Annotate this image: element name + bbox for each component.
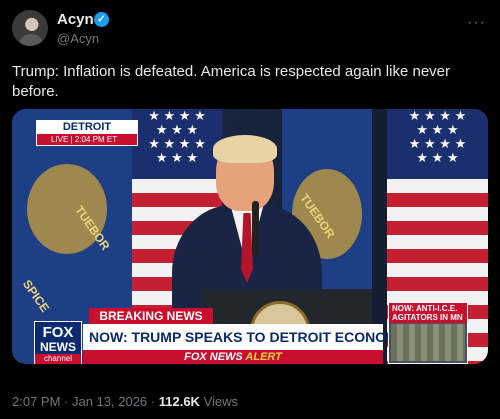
author-handle[interactable]: @Acyn <box>57 31 99 46</box>
logo-line-1: FOX <box>42 324 74 341</box>
avatar[interactable] <box>12 10 48 46</box>
location-bug: DETROIT LIVE | 2:04 PM ET <box>36 120 138 146</box>
meta-separator: · <box>60 394 72 409</box>
video-player[interactable]: TUEBOR SPICE ★ ★ ★ ★ ★ ★ ★ ★ ★ ★ ★ ★ ★ ★ TU… <box>12 109 488 364</box>
flag-text-left-bottom: SPICE <box>19 277 53 315</box>
side-panel-title: NOW: ANTI-I.C.E. AGITATORS IN MN <box>389 303 467 323</box>
post-time[interactable]: 2:07 PM <box>12 394 60 409</box>
meta-separator: · <box>147 394 159 409</box>
logo-line-3: channel <box>35 354 81 364</box>
location-label: DETROIT <box>37 121 137 134</box>
flag-stars: ★ ★ ★ ★ ★ ★ ★ ★ ★ ★ ★ ★ ★ ★ <box>387 109 488 179</box>
live-time-label: LIVE | 2:04 PM ET <box>37 134 137 145</box>
alert-prefix: FOX NEWS <box>184 351 243 363</box>
verified-badge-icon: ✓ <box>94 12 109 27</box>
post-date[interactable]: Jan 13, 2026 <box>72 394 147 409</box>
breaking-news-label: BREAKING NEWS <box>89 308 213 324</box>
more-options-icon[interactable]: ··· <box>467 14 486 32</box>
microphone <box>252 201 259 256</box>
author-name[interactable]: Acyn <box>57 11 94 28</box>
side-panel-image <box>391 324 465 361</box>
views-count: 112.6K <box>158 394 200 409</box>
chyron-headline: NOW: TRUMP SPEAKS TO DETROIT ECONOMIC CL… <box>83 324 455 350</box>
fox-news-logo: FOX NEWS channel <box>34 321 82 364</box>
tweet-text: Trump: Inflation is defeated. America is… <box>12 63 451 100</box>
alert-suffix: ALERT <box>245 351 282 363</box>
chyron-alert: FOX NEWS ALERT <box>83 350 383 364</box>
speaker-hair <box>213 135 277 163</box>
flag-stars: ★ ★ ★ ★ ★ ★ ★ ★ ★ ★ ★ ★ ★ ★ <box>132 109 222 179</box>
logo-line-2: NEWS <box>40 340 76 354</box>
tweet-meta: 2:07 PM · Jan 13, 2026 · 112.6K Views <box>12 394 238 409</box>
side-panel: NOW: ANTI-I.C.E. AGITATORS IN MN <box>388 302 468 364</box>
views-label: Views <box>203 394 239 409</box>
